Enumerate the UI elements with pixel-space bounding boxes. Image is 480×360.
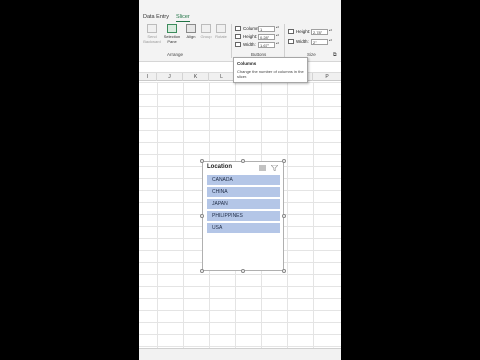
slicer-height-icon	[288, 29, 294, 34]
slicer-width-input[interactable]: 2"	[311, 38, 328, 45]
resize-handle[interactable]	[282, 269, 286, 273]
grid-row-line	[139, 130, 341, 131]
grid-column-line	[157, 82, 158, 348]
rotate-icon	[216, 24, 226, 33]
selection-pane-icon	[167, 24, 177, 33]
grid-row-line	[139, 118, 341, 119]
multi-select-icon[interactable]	[259, 165, 266, 171]
columns-input[interactable]: 1	[258, 25, 275, 32]
arrange-group-label: Arrange	[167, 52, 184, 57]
size-dialog-launcher-icon[interactable]: ⧉	[333, 52, 337, 58]
grid-column-line	[183, 82, 184, 348]
rotate-button[interactable]: Rotate	[212, 24, 230, 39]
slicer-item[interactable]: CHINA	[207, 187, 280, 197]
send-backward-icon	[147, 24, 157, 33]
slicer-height-input[interactable]: 2.78"	[311, 28, 328, 35]
columns-field: Columns: 1 ▴▾	[235, 25, 279, 32]
grid-column-line	[287, 82, 288, 348]
button-height-input[interactable]: 0.28"	[258, 33, 275, 40]
button-width-input[interactable]: 1.67"	[258, 41, 275, 48]
column-header[interactable]: J	[157, 73, 183, 81]
size-group-label: Size	[307, 52, 316, 57]
columns-icon	[235, 26, 241, 31]
columns-label: Columns:	[243, 26, 263, 31]
slicer-header: Location	[207, 164, 232, 170]
grid-row-line	[139, 310, 341, 311]
resize-handle[interactable]	[282, 214, 286, 218]
button-width-label: Width:	[243, 42, 256, 47]
slicer-height-field: Height: 2.78" ▴▾	[288, 28, 332, 35]
slicer-item[interactable]: PHILIPPINES	[207, 211, 280, 221]
grid-row-line	[139, 298, 341, 299]
height-icon	[235, 34, 241, 39]
sheet-tab-bar	[139, 348, 341, 360]
resize-handle[interactable]	[200, 214, 204, 218]
grid-row-line	[139, 106, 341, 107]
grid-row-line	[139, 286, 341, 287]
slicer-height-spinner[interactable]: ▴▾	[329, 28, 332, 35]
resize-handle[interactable]	[241, 159, 245, 163]
button-height-label: Height:	[243, 34, 258, 39]
group-icon	[201, 24, 211, 33]
grid-row-line	[139, 334, 341, 335]
grid-column-line	[313, 82, 314, 348]
width-icon	[235, 42, 241, 47]
button-width-field: Width: 1.67" ▴▾	[235, 41, 279, 48]
send-backward-button[interactable]: Send Backward	[143, 24, 161, 44]
slicer-item[interactable]: CANADA	[207, 175, 280, 185]
clear-filter-icon[interactable]	[271, 165, 278, 171]
tab-slicer[interactable]: Slicer	[176, 14, 190, 22]
grid-row-line	[139, 94, 341, 95]
slicer-item[interactable]: JAPAN	[207, 199, 280, 209]
columns-spinner[interactable]: ▴▾	[276, 25, 279, 32]
slicer-height-label: Height:	[296, 29, 311, 34]
slicer-item[interactable]: USA	[207, 223, 280, 233]
send-backward-label: Send Backward	[143, 34, 161, 44]
button-width-spinner[interactable]: ▴▾	[276, 41, 279, 48]
column-header[interactable]: I	[139, 73, 157, 81]
grid-row-line	[139, 346, 341, 347]
ribbon: Data Entry Slicer Send Backward Selectio…	[139, 0, 341, 62]
rotate-label: Rotate	[215, 34, 227, 39]
align-icon	[186, 24, 196, 33]
grid-row-line	[139, 142, 341, 143]
slicer-width-icon	[288, 39, 294, 44]
columns-tooltip: Columns Change the number of columns in …	[233, 57, 308, 83]
selection-pane-button[interactable]: Selection Pane	[163, 24, 181, 44]
group-separator	[231, 24, 232, 58]
grid-row-line	[139, 154, 341, 155]
slicer-width-label: Width:	[296, 39, 309, 44]
grid-row-line	[139, 322, 341, 323]
button-height-field: Height: 0.28" ▴▾	[235, 33, 279, 40]
column-header[interactable]: L	[209, 73, 235, 81]
column-header[interactable]: P	[313, 73, 341, 81]
tooltip-title: Columns	[237, 61, 257, 66]
group-separator	[284, 24, 285, 58]
excel-window: Data Entry Slicer Send Backward Selectio…	[139, 0, 341, 360]
resize-handle[interactable]	[200, 159, 204, 163]
slicer-width-field: Width: 2" ▴▾	[288, 38, 332, 45]
grid-row-line	[139, 274, 341, 275]
button-height-spinner[interactable]: ▴▾	[276, 33, 279, 40]
tooltip-body: Change the number of columns in the slic…	[237, 69, 304, 79]
location-slicer[interactable]: Location CANADA CHINA JAPAN PHILIPPINES …	[202, 161, 284, 271]
tab-data-entry[interactable]: Data Entry	[143, 14, 169, 20]
selection-pane-label: Selection Pane	[163, 34, 181, 44]
resize-handle[interactable]	[282, 159, 286, 163]
resize-handle[interactable]	[200, 269, 204, 273]
column-header[interactable]: K	[183, 73, 209, 81]
resize-handle[interactable]	[241, 269, 245, 273]
slicer-width-spinner[interactable]: ▴▾	[329, 38, 332, 45]
